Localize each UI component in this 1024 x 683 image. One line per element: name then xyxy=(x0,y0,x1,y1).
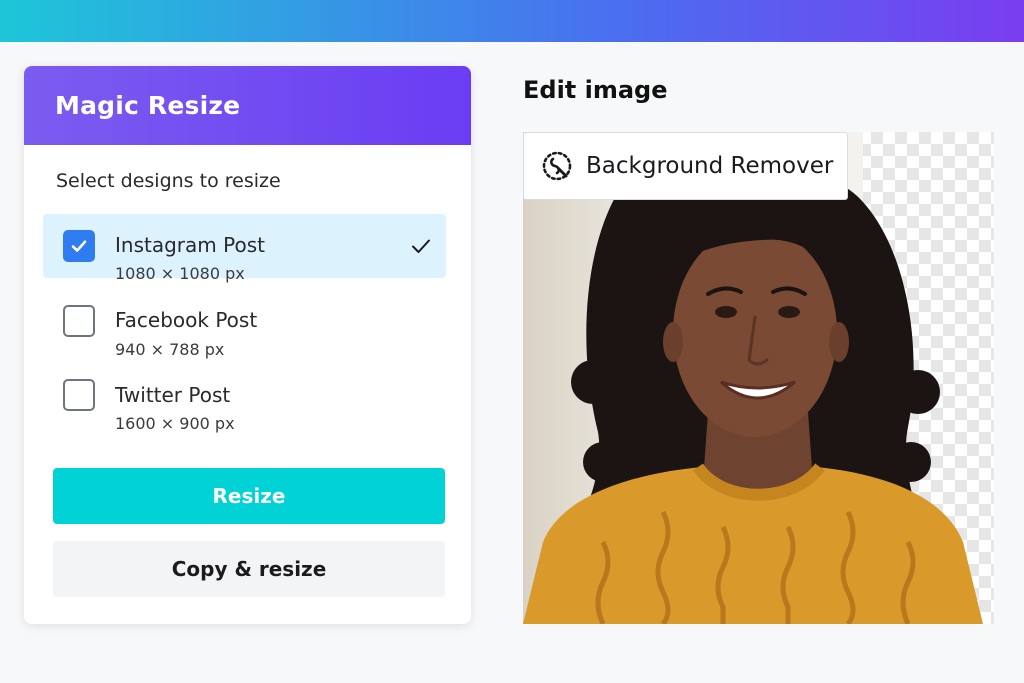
image-canvas[interactable] xyxy=(523,132,994,624)
background-remover-icon xyxy=(542,151,572,181)
magic-resize-panel: Magic Resize Select designs to resize In… xyxy=(24,66,471,624)
panel-header: Magic Resize xyxy=(24,66,471,145)
option-size: 1600 × 900 px xyxy=(115,414,235,433)
checkbox-twitter-post[interactable] xyxy=(63,379,95,411)
portrait-photo xyxy=(523,165,983,624)
section-label: Select designs to resize xyxy=(56,170,281,192)
option-twitter-post[interactable]: Twitter Post 1600 × 900 px xyxy=(43,363,446,433)
option-name: Instagram Post xyxy=(115,233,265,257)
background-remover-label: Background Remover xyxy=(586,153,834,179)
option-size: 1080 × 1080 px xyxy=(115,264,245,283)
copy-resize-button[interactable]: Copy & resize xyxy=(53,541,445,597)
checkmark-icon xyxy=(71,240,87,252)
panel-title: Magic Resize xyxy=(55,91,241,120)
option-name: Twitter Post xyxy=(115,383,231,407)
option-size: 940 × 788 px xyxy=(115,340,225,359)
checkbox-facebook-post[interactable] xyxy=(63,305,95,337)
option-instagram-post[interactable]: Instagram Post 1080 × 1080 px xyxy=(43,214,446,283)
checkbox-instagram-post[interactable] xyxy=(63,230,95,262)
option-name: Facebook Post xyxy=(115,308,258,332)
top-banner xyxy=(0,0,1024,42)
edit-image-title: Edit image xyxy=(523,76,668,104)
background-remover-button[interactable]: Background Remover xyxy=(523,132,848,200)
option-facebook-post[interactable]: Facebook Post 940 × 788 px xyxy=(43,289,446,359)
selected-check-icon xyxy=(412,239,430,253)
resize-button[interactable]: Resize xyxy=(53,468,445,524)
